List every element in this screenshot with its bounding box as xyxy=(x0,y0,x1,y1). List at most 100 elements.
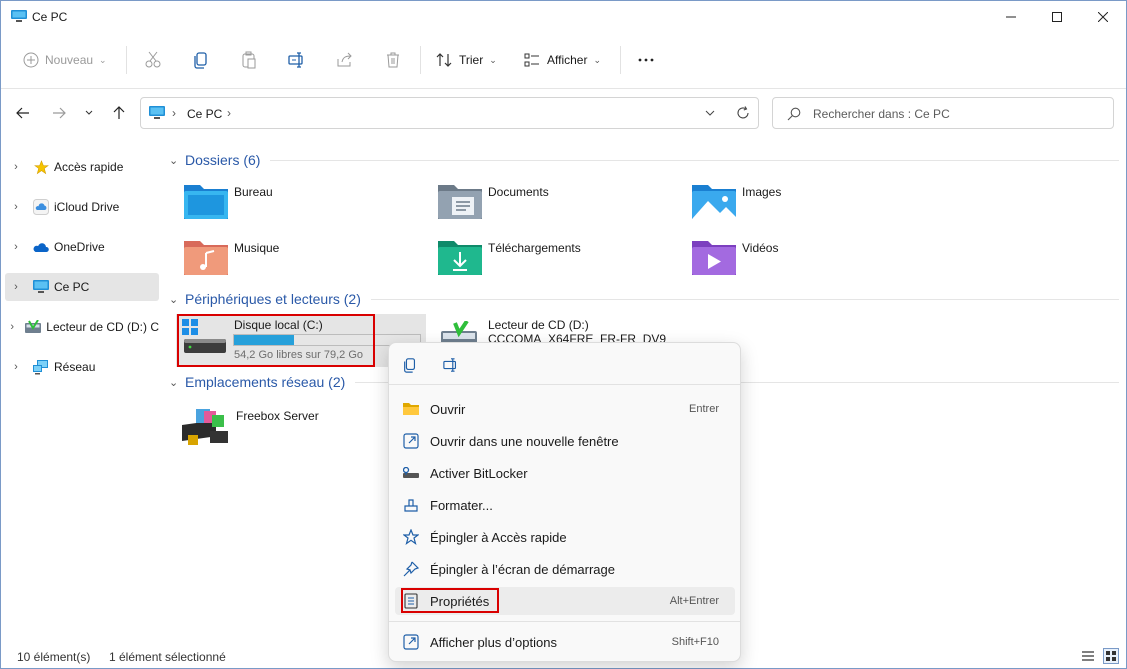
group-title: Périphériques et lecteurs (2) xyxy=(185,291,361,307)
chevron-down-icon xyxy=(85,110,93,115)
breadcrumb-separator-icon: › xyxy=(172,106,176,120)
breadcrumb-item[interactable]: Ce PC xyxy=(187,107,222,121)
group-title: Emplacements réseau (2) xyxy=(185,374,346,390)
chevron-right-icon[interactable]: › xyxy=(5,361,27,373)
group-header-devices[interactable]: ⌄ Périphériques et lecteurs (2) xyxy=(169,291,1119,307)
icloud-icon xyxy=(33,199,49,215)
sort-label: Trier xyxy=(459,53,484,67)
chevron-down-icon: ⌄ xyxy=(593,54,602,65)
menu-item-label: Épingler à Accès rapide xyxy=(430,529,567,545)
close-button[interactable] xyxy=(1080,1,1126,33)
folder-tile-documents[interactable]: Documents xyxy=(438,181,549,221)
context-rename-button[interactable] xyxy=(443,357,459,376)
refresh-icon[interactable] xyxy=(736,106,750,120)
arrow-left-icon xyxy=(16,107,29,119)
star-outline-icon xyxy=(402,528,420,546)
new-button[interactable]: Nouveau ⌄ xyxy=(23,38,107,82)
folder-tile-pictures[interactable]: Images xyxy=(692,181,781,221)
divider xyxy=(389,621,740,622)
sidebar-item-onedrive[interactable]: › OneDrive xyxy=(5,233,159,261)
drive-volume-label: CCCOMA_X64FRE_FR-FR_DV9 xyxy=(488,332,667,342)
menu-item-open[interactable]: Ouvrir Entrer xyxy=(395,395,735,423)
rename-icon xyxy=(288,52,303,68)
more-options-icon xyxy=(402,633,420,651)
maximize-button[interactable] xyxy=(1034,1,1080,33)
sort-button[interactable]: Trier ⌄ xyxy=(435,38,497,82)
title-bar: Ce PC xyxy=(1,1,1126,33)
menu-item-shortcut: Entrer xyxy=(689,403,719,415)
view-label: Afficher xyxy=(547,53,588,67)
menu-item-bitlocker[interactable]: Activer BitLocker xyxy=(395,459,735,487)
documents-folder-icon xyxy=(438,185,482,219)
folder-tile-videos[interactable]: Vidéos xyxy=(692,237,778,277)
folder-tile-music[interactable]: Musique xyxy=(184,237,279,277)
copy-button[interactable] xyxy=(192,38,210,82)
more-button[interactable] xyxy=(637,38,655,82)
forward-button[interactable] xyxy=(47,101,71,125)
media-server-icon xyxy=(182,409,228,445)
chevron-right-icon[interactable]: › xyxy=(5,161,27,173)
minimize-button[interactable] xyxy=(988,1,1034,33)
computer-icon xyxy=(33,279,49,295)
cd-drive-icon xyxy=(25,319,42,335)
up-button[interactable] xyxy=(107,101,131,125)
network-tile-freebox[interactable]: Freebox Server xyxy=(182,405,319,447)
share-button[interactable] xyxy=(336,38,354,82)
recent-locations-button[interactable] xyxy=(79,101,99,125)
sidebar-item-label: iCloud Drive xyxy=(54,200,120,214)
chevron-down-icon: ⌄ xyxy=(489,54,497,65)
menu-item-label: Épingler à l’écran de démarrage xyxy=(430,561,615,577)
highlight-box xyxy=(177,314,375,367)
folder-tile-downloads[interactable]: Téléchargements xyxy=(438,237,581,277)
tiles-view-icon xyxy=(1106,651,1116,661)
menu-item-more-options[interactable]: Afficher plus d’options Shift+F10 xyxy=(395,628,735,656)
chevron-right-icon[interactable]: › xyxy=(5,321,19,333)
window-title: Ce PC xyxy=(32,10,68,24)
details-view-button[interactable] xyxy=(1081,649,1095,666)
tiles-view-button[interactable] xyxy=(1103,648,1119,664)
chevron-right-icon[interactable]: › xyxy=(5,281,27,293)
sidebar-item-quick-access[interactable]: › Accès rapide xyxy=(5,153,159,181)
rename-button[interactable] xyxy=(288,38,306,82)
arrow-up-icon xyxy=(113,106,125,119)
cloud-icon xyxy=(33,239,49,255)
folder-tile-desktop[interactable]: Bureau xyxy=(184,181,273,221)
menu-item-open-new-window[interactable]: Ouvrir dans une nouvelle fenêtre xyxy=(395,427,735,455)
details-view-icon xyxy=(1082,651,1094,661)
context-copy-button[interactable] xyxy=(402,357,418,376)
sidebar-item-this-pc[interactable]: › Ce PC xyxy=(5,273,159,301)
group-header-folders[interactable]: ⌄ Dossiers (6) xyxy=(169,152,1119,168)
paste-button[interactable] xyxy=(240,38,258,82)
view-button[interactable]: Afficher ⌄ xyxy=(523,38,601,82)
sidebar-item-cd-drive[interactable]: › Lecteur de CD (D:) C xyxy=(5,313,159,341)
menu-item-label: Formater... xyxy=(430,497,493,513)
menu-item-pin-quick-access[interactable]: Épingler à Accès rapide xyxy=(395,523,735,551)
highlight-box xyxy=(401,588,499,613)
paste-icon xyxy=(242,51,256,69)
menu-item-format[interactable]: Formater... xyxy=(395,491,735,519)
search-box[interactable]: Rechercher dans : Ce PC xyxy=(772,97,1114,129)
cut-button[interactable] xyxy=(144,38,162,82)
folder-name: Images xyxy=(742,185,782,199)
sidebar-item-network[interactable]: › Réseau xyxy=(5,353,159,381)
sort-icon xyxy=(436,53,452,67)
menu-item-pin-start[interactable]: Épingler à l’écran de démarrage xyxy=(395,555,735,583)
videos-folder-icon xyxy=(692,241,736,275)
delete-button[interactable] xyxy=(384,38,402,82)
chevron-right-icon[interactable]: › xyxy=(5,201,27,213)
command-bar: Nouveau ⌄ Trier ⌄ Afficher ⌄ xyxy=(1,38,1126,82)
divider xyxy=(620,46,621,74)
new-window-icon xyxy=(402,432,420,450)
back-button[interactable] xyxy=(11,101,35,125)
chevron-down-icon[interactable] xyxy=(705,110,715,116)
drive-name[interactable]: Lecteur de CD (D:) xyxy=(488,318,589,332)
address-bar[interactable]: › Ce PC › xyxy=(140,97,759,129)
chevron-down-icon[interactable]: ⌄ xyxy=(169,293,185,306)
chevron-down-icon[interactable]: ⌄ xyxy=(169,154,185,167)
chevron-right-icon[interactable]: › xyxy=(5,241,27,253)
breadcrumb-separator-icon: › xyxy=(227,106,231,120)
chevron-down-icon[interactable]: ⌄ xyxy=(169,376,185,389)
arrow-right-icon xyxy=(53,107,66,119)
menu-item-shortcut: Alt+Entrer xyxy=(669,595,719,607)
sidebar-item-icloud-drive[interactable]: › iCloud Drive xyxy=(5,193,159,221)
